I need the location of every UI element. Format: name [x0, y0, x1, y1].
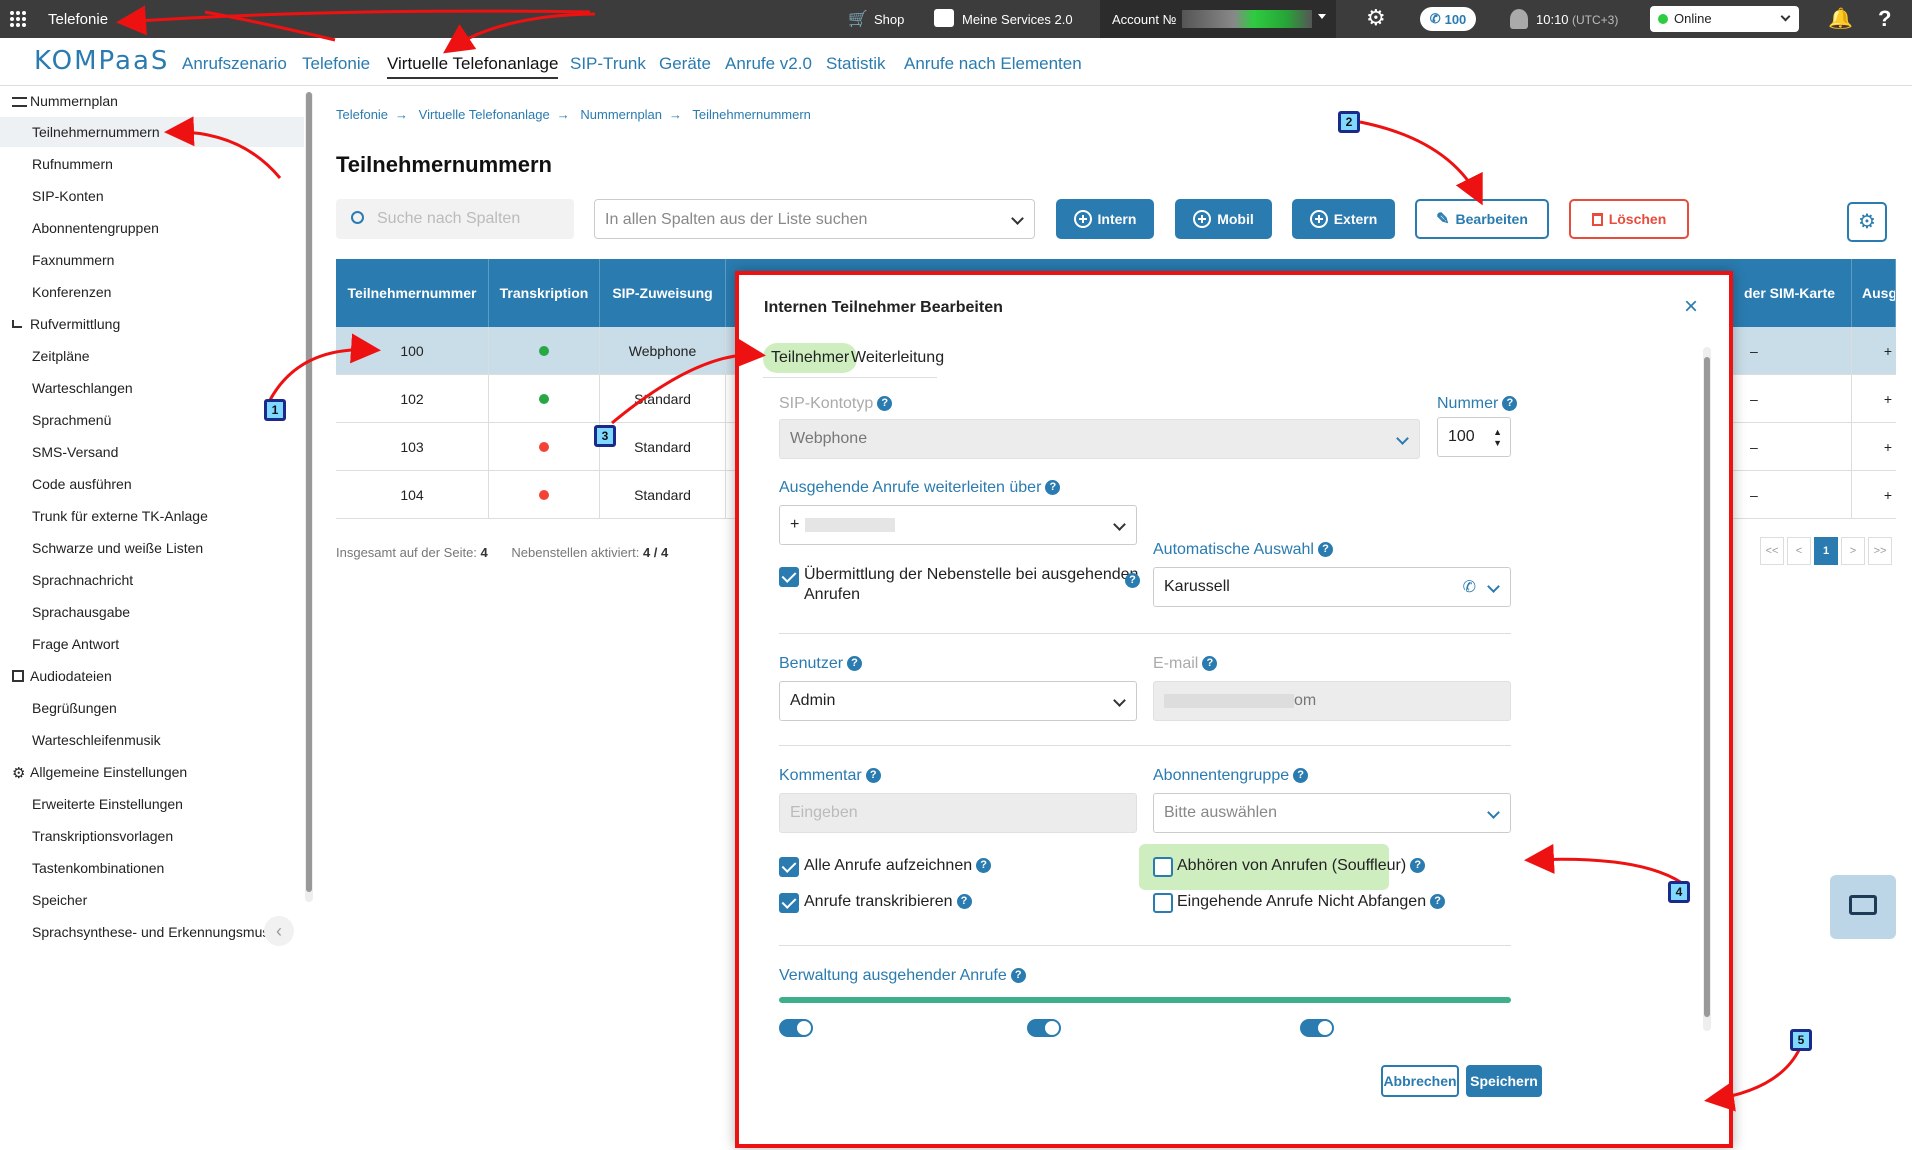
arrow-virtuelle: [443, 12, 596, 54]
step-marker-5: 5: [1790, 1029, 1812, 1051]
arrow-5: [1704, 1047, 1802, 1112]
step-marker-1: 1: [264, 399, 286, 421]
arrow-teilnehmernummern: [164, 116, 282, 179]
annotation-arrows: [116, 5, 1802, 1112]
arrow-2: [1359, 120, 1483, 206]
arrow-1: [268, 333, 381, 401]
arrow-4: [1524, 843, 1683, 885]
step-marker-3: 3: [594, 425, 616, 447]
step-marker-2: 2: [1338, 111, 1360, 133]
arrow-3: [611, 338, 766, 425]
step-marker-4: 4: [1668, 881, 1690, 903]
arrow-nav: [204, 10, 336, 42]
